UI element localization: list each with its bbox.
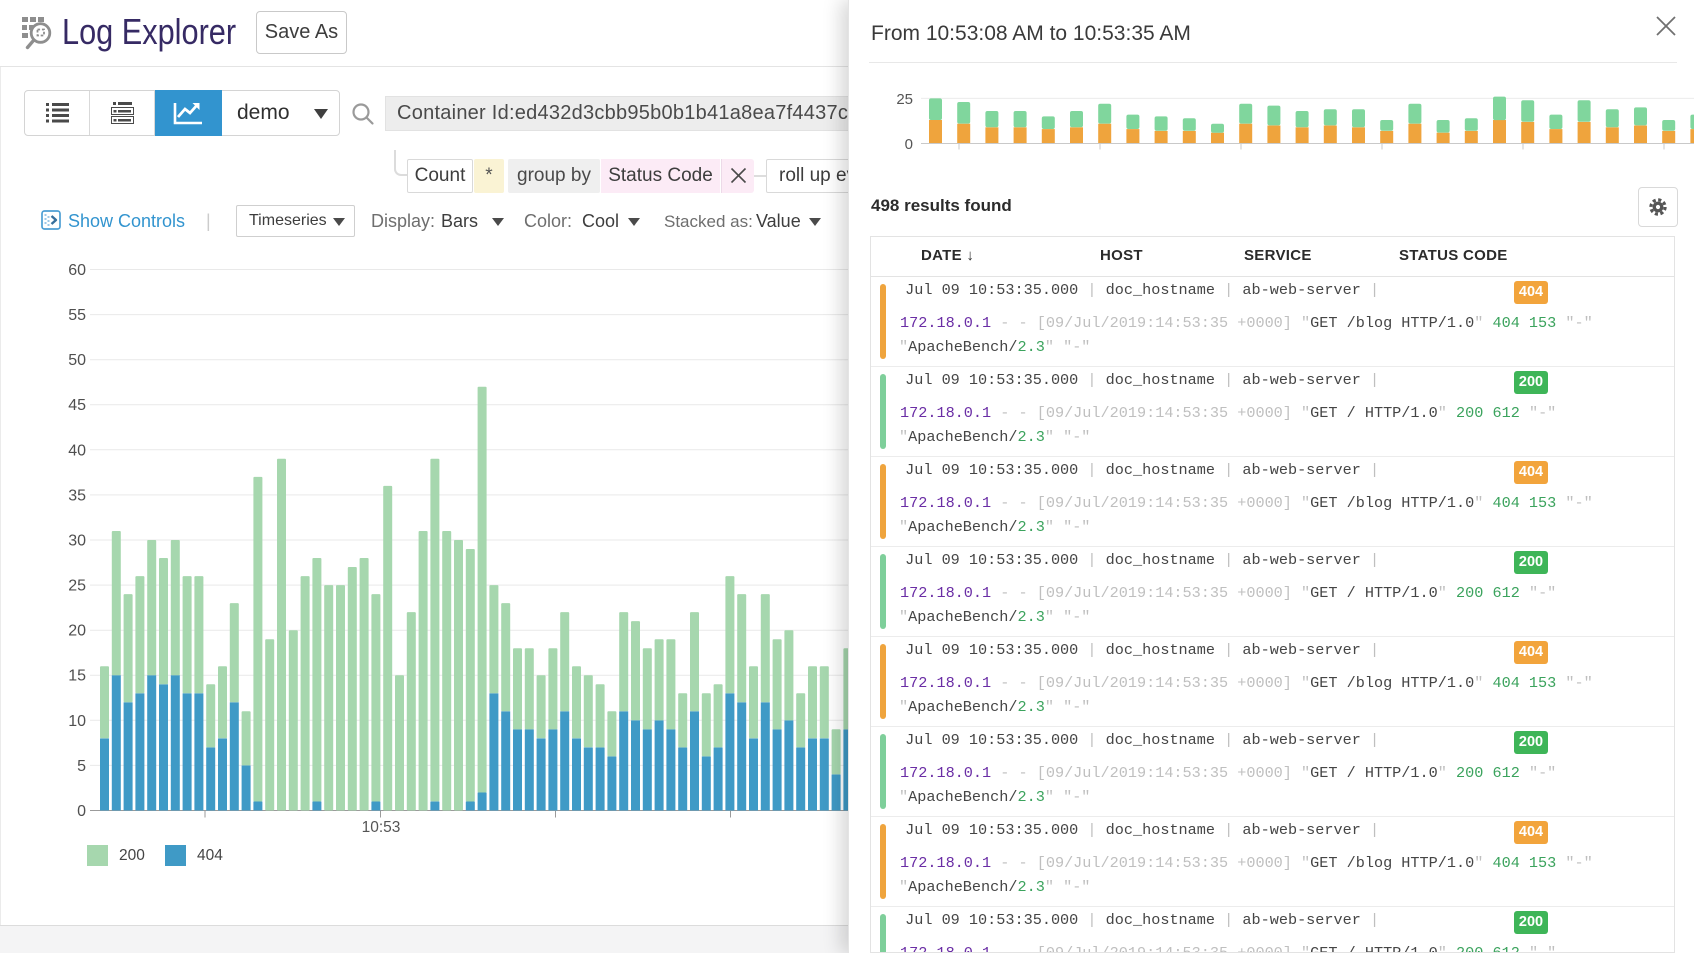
svg-text:30: 30 bbox=[68, 533, 86, 550]
svg-text:60: 60 bbox=[68, 262, 86, 279]
svg-text:25: 25 bbox=[896, 91, 913, 108]
svg-text:25: 25 bbox=[68, 578, 86, 595]
svg-text:10: 10 bbox=[68, 713, 86, 730]
svg-text:20: 20 bbox=[68, 623, 86, 640]
svg-text:55: 55 bbox=[68, 307, 86, 324]
svg-text:45: 45 bbox=[68, 397, 86, 414]
svg-text:50: 50 bbox=[68, 352, 86, 369]
svg-text:15: 15 bbox=[68, 668, 86, 685]
svg-text:10:53: 10:53 bbox=[362, 819, 401, 836]
svg-text:5: 5 bbox=[77, 758, 86, 775]
svg-text:0: 0 bbox=[77, 803, 86, 820]
svg-text:0: 0 bbox=[905, 136, 913, 153]
svg-text:35: 35 bbox=[68, 487, 86, 504]
svg-text:40: 40 bbox=[68, 442, 86, 459]
